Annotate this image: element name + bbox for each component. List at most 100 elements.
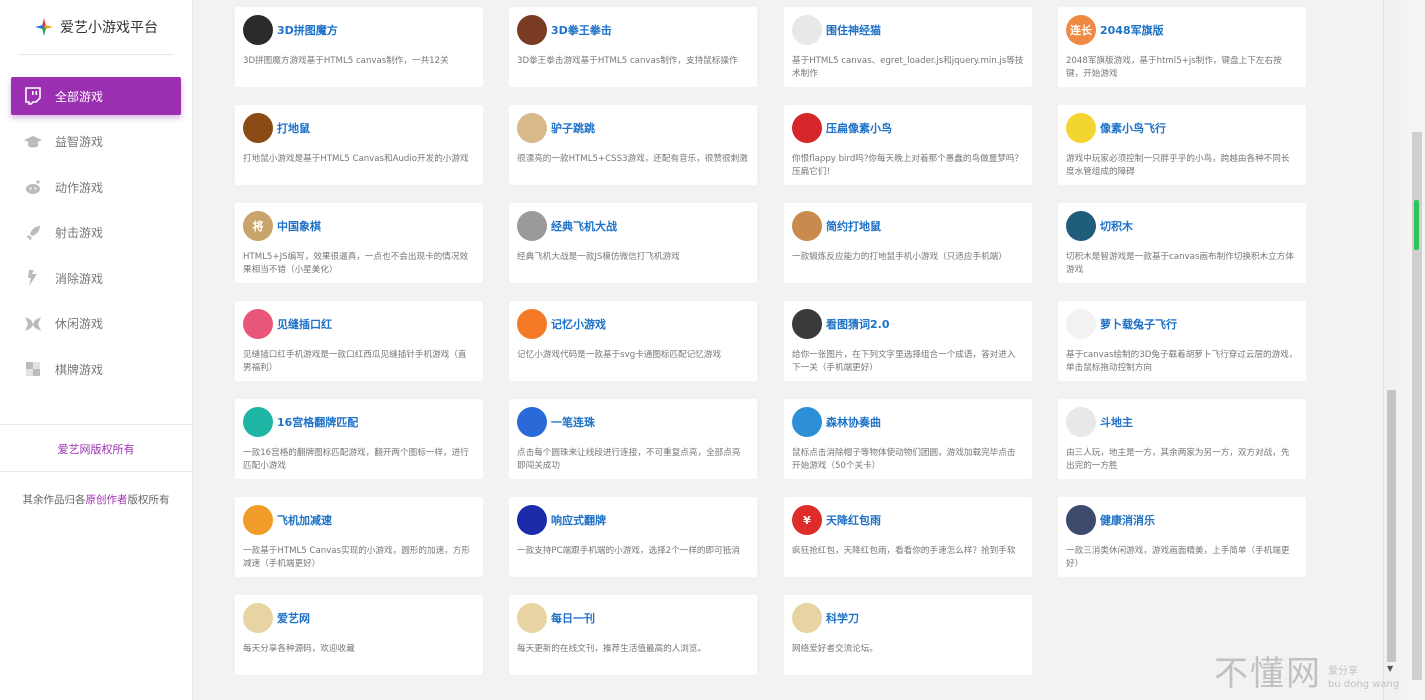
aiyi-mascot-icon[interactable] xyxy=(792,603,822,633)
game-card[interactable]: 爱艺网 每天分享各种源码，欢迎收藏 xyxy=(235,595,483,675)
ball-icon[interactable] xyxy=(517,407,547,437)
game-card[interactable]: 切积木 切积木是智游戏是一款基于canvas画布制作切换积木立方体游戏 xyxy=(1058,203,1306,283)
nav-item-0[interactable]: 全部游戏 xyxy=(11,77,181,115)
game-card[interactable]: 16宫格翻牌匹配一款16宫格的翻牌图标匹配游戏，翻开两个图标一样，进行匹配小游戏 xyxy=(235,399,483,479)
nav-item-6[interactable]: 棋牌游戏 xyxy=(11,350,181,388)
game-card[interactable]: 萝卜载兔子飞行 基于canvas绘制的3D兔子载着胡萝卜飞行穿过云层的游戏，单击鼠… xyxy=(1058,301,1306,381)
game-card[interactable]: 科学刀 网络爱好者交流论坛。 xyxy=(784,595,1032,675)
game-title[interactable]: 科学刀 xyxy=(826,610,859,626)
spaceship-icon[interactable] xyxy=(243,505,273,535)
page-scrollbar[interactable] xyxy=(1408,0,1425,700)
lipstick-icon[interactable] xyxy=(243,309,273,339)
game-title[interactable]: 健康消消乐 xyxy=(1100,512,1155,528)
nav-item-2[interactable]: 动作游戏 xyxy=(11,168,181,206)
game-card[interactable]: 见缝插口红 见缝插口红手机游戏是一款口红西瓜见缝插针手机游戏（直男福利） xyxy=(235,301,483,381)
2048-icon[interactable]: 连长 xyxy=(1066,15,1096,45)
game-title[interactable]: 经典飞机大战 xyxy=(551,218,617,234)
game-card[interactable]: 每日一刊 每天更新的在线文刊，推荐生活值最高的人浏览。 xyxy=(509,595,757,675)
game-title[interactable]: 围住神经猫 xyxy=(826,22,881,38)
game-title[interactable]: 一笔连珠 xyxy=(551,414,595,430)
brand[interactable]: 爱艺小游戏平台 xyxy=(18,0,174,55)
rabbit-icon[interactable] xyxy=(1066,309,1096,339)
game-title[interactable]: 斗地主 xyxy=(1100,414,1133,430)
hammer-icon[interactable] xyxy=(243,113,273,143)
game-title[interactable]: 天降红包雨 xyxy=(826,512,881,528)
game-card[interactable]: 围住神经猫 基于HTML5 canvas、egret_loader.js和jque… xyxy=(784,7,1032,87)
game-title[interactable]: 森林协奏曲 xyxy=(826,414,881,430)
game-card[interactable]: 压扁像素小鸟 你恨flappy bird吗?你每天晚上对着那个愚蠢的鸟做噩梦吗？压… xyxy=(784,105,1032,185)
ninja-icon[interactable] xyxy=(1066,505,1096,535)
game-title[interactable]: 16宫格翻牌匹配 xyxy=(277,414,358,430)
game-card[interactable]: 看图猜词2.0 给你一张图片，在下列文字里选择组合一个成语，答对进入下一关（手机端… xyxy=(784,301,1032,381)
nav-item-label: 射击游戏 xyxy=(55,226,104,240)
game-description: 一款16宫格的翻牌图标匹配游戏，翻开两个图标一样，进行匹配小游戏 xyxy=(243,448,469,471)
game-card[interactable]: 响应式翻牌 一款支持PC端跟手机端的小游戏，选择2个一样的即可抵消 xyxy=(509,497,757,577)
game-card[interactable]: 3D拼图魔方 3D拼图魔方游戏基于HTML5 canvas制作，一共12关 xyxy=(235,7,483,87)
game-title[interactable]: 压扁像素小鸟 xyxy=(826,120,892,136)
original-author-link[interactable]: 原创作者 xyxy=(86,494,128,506)
game-card[interactable]: 驴子跳跳 很漂亮的一款HTML5+CSS3游戏，还配有音乐，很赞很刺激 xyxy=(509,105,757,185)
game-title[interactable]: 打地鼠 xyxy=(277,120,310,136)
nav-item-5[interactable]: 休闲游戏 xyxy=(11,305,181,343)
chinese-chess-icon[interactable]: 将 xyxy=(243,211,273,241)
game-card[interactable]: 打地鼠 打地鼠小游戏是基于HTML5 Canvas和Audio开发的小游戏 xyxy=(235,105,483,185)
game-card[interactable]: 健康消消乐 一款三消类休闲游戏，游戏画面精美，上手简单（手机端更好） xyxy=(1058,497,1306,577)
eye-icon[interactable] xyxy=(792,309,822,339)
red-bird-icon[interactable] xyxy=(792,113,822,143)
red-envelope-icon[interactable]: ¥ xyxy=(792,505,822,535)
game-title[interactable]: 爱艺网 xyxy=(277,610,310,626)
mole-icon[interactable] xyxy=(792,211,822,241)
inner-scrollbar[interactable]: ▼ xyxy=(1383,0,1397,700)
game-description: 记忆小游戏代码是一款基于svg卡通图标匹配记忆游戏 xyxy=(517,350,722,360)
brand-logo-icon xyxy=(34,17,54,37)
game-card[interactable]: 斗地主 由三人玩，地主是一方，其余两家为另一方，双方对战，先出完的一方胜 xyxy=(1058,399,1306,479)
game-card[interactable]: 3D拳王拳击 3D拳王拳击游戏基于HTML5 canvas制作，支持鼠标操作 xyxy=(509,7,757,87)
nav-item-1[interactable]: 益智游戏 xyxy=(11,123,181,161)
game-card[interactable]: 记忆小游戏记忆小游戏代码是一款基于svg卡通图标匹配记忆游戏 xyxy=(509,301,757,381)
nav-item-4[interactable]: 消除游戏 xyxy=(11,259,181,297)
forest-icon[interactable] xyxy=(792,407,822,437)
anchor-icon[interactable] xyxy=(243,407,273,437)
plane-icon[interactable] xyxy=(517,211,547,241)
game-title[interactable]: 2048军旗版 xyxy=(1100,22,1164,38)
game-title[interactable]: 萝卜载兔子飞行 xyxy=(1100,316,1177,332)
panda-icon[interactable] xyxy=(517,309,547,339)
game-title[interactable]: 见缝插口红 xyxy=(277,316,332,332)
aiyi-mascot-icon[interactable] xyxy=(243,603,273,633)
game-title[interactable]: 响应式翻牌 xyxy=(551,512,606,528)
landlord-icon[interactable] xyxy=(1066,407,1096,437)
game-card[interactable]: 将中国象棋 HTML5+JS编写，效果很逼真，一点也不会出现卡的情况效果相当不错（… xyxy=(235,203,483,283)
game-title[interactable]: 3D拼图魔方 xyxy=(277,22,338,38)
game-title[interactable]: 像素小鸟飞行 xyxy=(1100,120,1166,136)
game-card[interactable]: ¥ 天降红包雨 疯狂抢红包，天降红包雨，看看你的手速怎么样？抢到手软 xyxy=(784,497,1032,577)
blocks-icon[interactable] xyxy=(1066,211,1096,241)
donkey-icon[interactable] xyxy=(517,113,547,143)
game-title[interactable]: 简约打地鼠 xyxy=(826,218,881,234)
game-card-header: ¥ 天降红包雨 xyxy=(792,504,1024,536)
nav-item-3[interactable]: 射击游戏 xyxy=(11,214,181,252)
game-title[interactable]: 中国象棋 xyxy=(277,218,321,234)
game-title[interactable]: 驴子跳跳 xyxy=(551,120,595,136)
game-card[interactable]: 飞机加减速 一款基于HTML5 Canvas实现的小游戏，圆形的加速，方形减速（手… xyxy=(235,497,483,577)
eye-circle-icon[interactable] xyxy=(517,505,547,535)
aiyi-mascot-icon[interactable] xyxy=(517,603,547,633)
game-title[interactable]: 每日一刊 xyxy=(551,610,595,626)
game-card-header: 将中国象棋 xyxy=(243,210,475,242)
game-title[interactable]: 3D拳王拳击 xyxy=(551,22,612,38)
game-title[interactable]: 切积木 xyxy=(1100,218,1133,234)
game-title[interactable]: 飞机加减速 xyxy=(277,512,332,528)
game-title[interactable]: 记忆小游戏 xyxy=(551,316,606,332)
boxer-icon[interactable] xyxy=(517,15,547,45)
inner-scrollbar-thumb[interactable] xyxy=(1387,390,1396,662)
game-card[interactable]: 简约打地鼠 一款锻炼反应能力的打地鼠手机小游戏（只适应手机端） xyxy=(784,203,1032,283)
game-card[interactable]: 经典飞机大战 经典飞机大战是一款JS模仿微信打飞机游戏 xyxy=(509,203,757,283)
cat-icon[interactable] xyxy=(792,15,822,45)
game-card[interactable]: 森林协奏曲 鼠标点击消除帽子等物体使动物们团圆，游戏加载完毕点击开始游戏（50个关… xyxy=(784,399,1032,479)
rubik-icon[interactable] xyxy=(243,15,273,45)
game-card[interactable]: 像素小鸟飞行 游戏中玩家必须控制一只胖乎乎的小鸟，跨越由各种不同长度水管组成的障碍 xyxy=(1058,105,1306,185)
flappy-bird-icon[interactable] xyxy=(1066,113,1096,143)
game-title[interactable]: 看图猜词2.0 xyxy=(826,316,890,332)
game-card[interactable]: 一笔连珠 点击每个圆珠来让线段进行连接，不可重复点亮，全部点亮即闯关成功 xyxy=(509,399,757,479)
game-card-header: 像素小鸟飞行 xyxy=(1066,112,1298,144)
game-card[interactable]: 连长 2048军旗版 2048军旗版游戏，基于html5+js制作，键盘上下左右按键… xyxy=(1058,7,1306,87)
